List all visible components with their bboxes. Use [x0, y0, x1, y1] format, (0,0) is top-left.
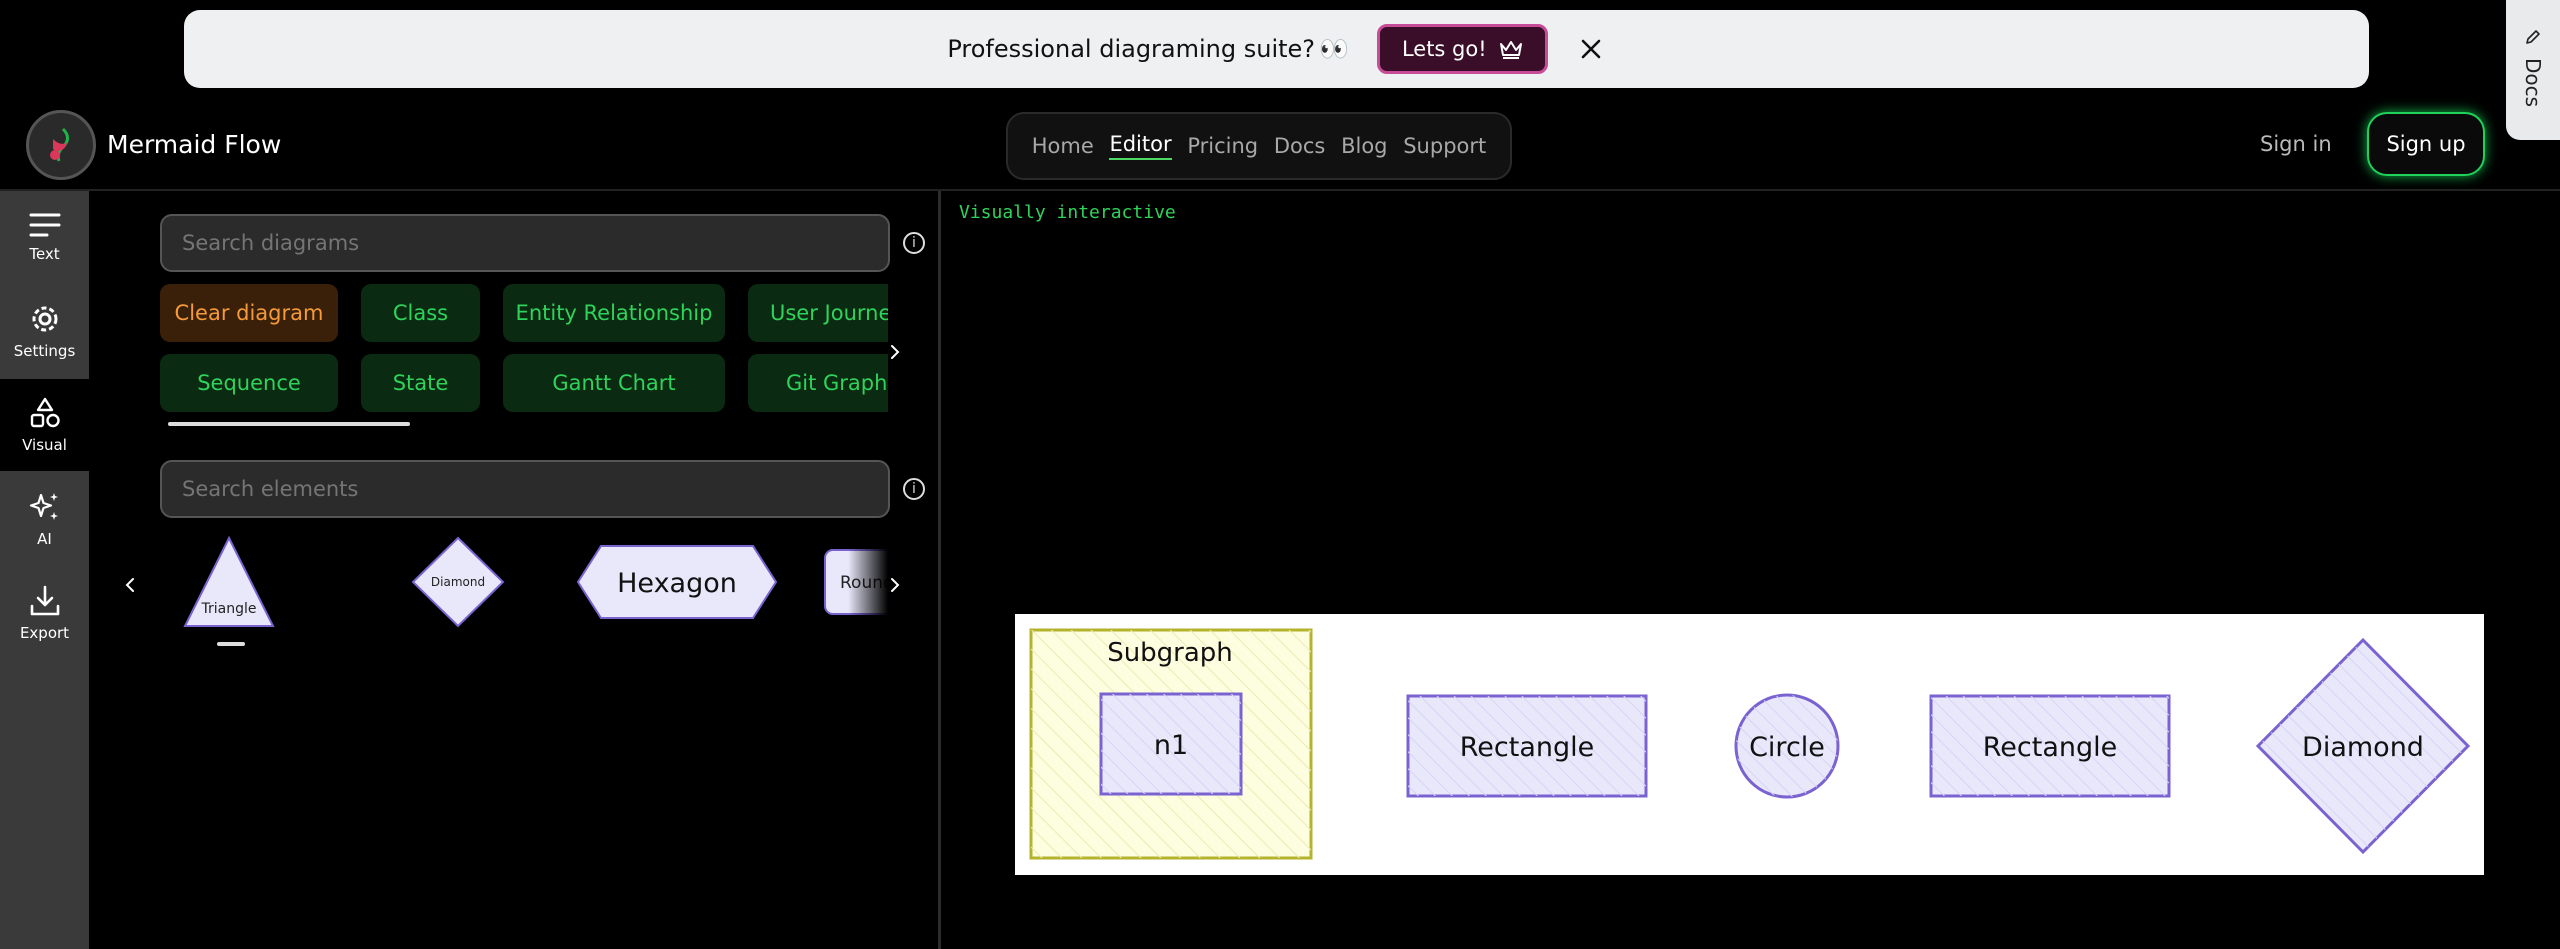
search-elements-input[interactable]: [160, 460, 890, 518]
chip-user-journey[interactable]: User Journey: [748, 284, 888, 342]
elements-info-icon[interactable]: i: [903, 478, 925, 500]
shapes-icon: [30, 397, 60, 428]
pencil-icon: [2526, 30, 2540, 44]
rail-item-ai[interactable]: AI: [0, 473, 89, 565]
eyes-emoji: 👀: [1319, 35, 1349, 63]
gear-icon: [32, 306, 57, 332]
rail-item-text[interactable]: Text: [0, 191, 89, 283]
mermaid-logo-icon: [50, 127, 69, 162]
chip-state[interactable]: State: [361, 354, 480, 412]
promo-banner: Professional diagraming suite? 👀 Lets go!: [184, 10, 2369, 88]
subgraph-title: Subgraph: [1107, 638, 1233, 668]
crown-icon: [1499, 41, 1522, 59]
rail-label-visual: Visual: [22, 436, 67, 454]
elements-prev-button[interactable]: [120, 575, 140, 595]
left-rail: Text Settings Visual AI Export: [0, 191, 89, 949]
chip-gantt-chart[interactable]: Gantt Chart: [503, 354, 725, 412]
nav-editor[interactable]: Editor: [1109, 132, 1172, 160]
node-n1-label: n1: [1154, 730, 1188, 761]
element-triangle[interactable]: Triangle: [183, 535, 275, 646]
nav-pricing[interactable]: Pricing: [1187, 134, 1258, 158]
close-banner-button[interactable]: [1576, 34, 1606, 64]
chips-next-button[interactable]: [885, 342, 905, 362]
element-selected-indicator: [217, 642, 245, 646]
clear-diagram-chip[interactable]: Clear diagram: [160, 284, 338, 342]
node-rectangle-2-label: Rectangle: [1983, 732, 2118, 763]
node-circle[interactable]: Circle: [1734, 693, 1840, 799]
banner-text: Professional diagraming suite? 👀: [947, 35, 1349, 63]
nav-support[interactable]: Support: [1403, 134, 1486, 158]
text-lines-icon: [29, 213, 60, 237]
nav-docs[interactable]: Docs: [1274, 134, 1326, 158]
sparkles-icon: [29, 493, 58, 520]
lets-go-button[interactable]: Lets go!: [1376, 24, 1548, 74]
rail-label-settings: Settings: [13, 342, 76, 360]
header-divider: [0, 189, 2560, 191]
node-diamond-label: Diamond: [2302, 732, 2424, 763]
element-hexagon[interactable]: Hexagon: [576, 545, 778, 619]
node-rectangle-1[interactable]: Rectangle: [1406, 694, 1648, 798]
diagram-canvas[interactable]: Subgraph n1 Rectangle Circle Rectangle D…: [1015, 614, 2484, 875]
nav-blog[interactable]: Blog: [1341, 134, 1387, 158]
chevron-left-icon: [125, 578, 134, 592]
element-hexagon-label: Hexagon: [617, 568, 737, 599]
chip-git-graph[interactable]: Git Graph: [748, 354, 888, 412]
lets-go-label: Lets go!: [1401, 37, 1487, 61]
pane-divider[interactable]: [938, 191, 941, 949]
chevron-right-icon: [891, 578, 900, 592]
chip-class[interactable]: Class: [361, 284, 480, 342]
element-triangle-label: Triangle: [201, 601, 257, 617]
carousel-fade: [848, 530, 888, 660]
rail-label-ai: AI: [37, 530, 52, 548]
chip-sequence[interactable]: Sequence: [160, 354, 338, 412]
node-n1[interactable]: n1: [1099, 692, 1243, 796]
element-diamond-label: Diamond: [431, 575, 485, 589]
search-diagrams-input[interactable]: [160, 214, 890, 272]
brand-name[interactable]: Mermaid Flow: [107, 130, 281, 159]
node-rectangle-2[interactable]: Rectangle: [1929, 694, 2171, 798]
rail-item-export[interactable]: Export: [0, 567, 89, 659]
element-shapes-carousel: Triangle Diamond Hexagon Rounded: [160, 530, 888, 660]
download-icon: [30, 585, 59, 616]
sign-up-button[interactable]: Sign up: [2367, 112, 2485, 176]
node-diamond[interactable]: Diamond: [2255, 637, 2471, 855]
chip-entity-relationship[interactable]: Entity Relationship: [503, 284, 725, 342]
nav-home[interactable]: Home: [1032, 134, 1094, 158]
chips-scrollbar[interactable]: [168, 422, 410, 426]
rail-label-export: Export: [19, 624, 70, 642]
docs-tab-label: Docs: [2521, 58, 2545, 108]
top-header: Mermaid Flow Home Editor Pricing Docs Bl…: [0, 108, 2560, 188]
brand-logo[interactable]: [26, 110, 96, 180]
rail-item-settings[interactable]: Settings: [0, 285, 89, 377]
main-nav: Home Editor Pricing Docs Blog Support: [1006, 112, 1512, 180]
diagram-type-chips: Clear diagram Class Entity Relationship …: [160, 284, 888, 414]
node-circle-label: Circle: [1749, 732, 1825, 763]
node-rectangle-1-label: Rectangle: [1460, 732, 1595, 763]
chevron-right-icon: [891, 345, 900, 359]
sign-in-link[interactable]: Sign in: [2260, 132, 2332, 156]
diagram-svg: Subgraph n1 Rectangle Circle Rectangle D…: [1029, 628, 2471, 860]
rail-label-text: Text: [29, 245, 60, 263]
rail-item-visual[interactable]: Visual: [0, 379, 89, 471]
diagrams-info-icon[interactable]: i: [903, 232, 925, 254]
element-diamond[interactable]: Diamond: [411, 536, 505, 628]
close-icon: [1581, 39, 1600, 59]
element-shapes-svg: Triangle Diamond Hexagon Rounded: [183, 530, 888, 660]
editor-code-line[interactable]: Visually interactive: [959, 202, 1176, 223]
elements-next-button[interactable]: [885, 575, 905, 595]
